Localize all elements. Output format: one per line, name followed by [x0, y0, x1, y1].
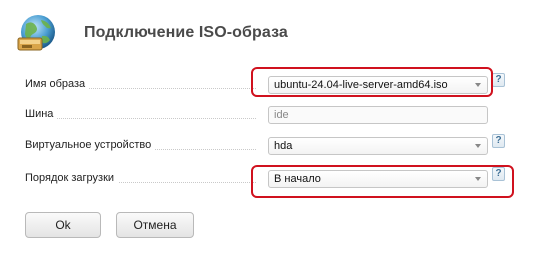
- iso-mount-dialog: Подключение ISO-образа Имя образа ubuntu…: [0, 0, 536, 267]
- image-name-label: Имя образа: [25, 78, 90, 90]
- virtual-device-select[interactable]: hda: [268, 137, 488, 155]
- highlight-image-name: [251, 67, 493, 97]
- virtual-device-value: hda: [274, 140, 293, 152]
- cancel-button[interactable]: Отмена: [116, 212, 194, 238]
- bus-label-text: Шина: [25, 108, 58, 120]
- virtual-device-label-text: Виртуальное устройство: [25, 139, 156, 151]
- image-name-label-text: Имя образа: [25, 78, 90, 90]
- form-row-bus: Шина ide: [0, 104, 536, 128]
- boot-order-label-text: Порядок загрузки: [25, 172, 119, 184]
- boot-order-label: Порядок загрузки: [25, 172, 119, 184]
- help-icon[interactable]: ?: [492, 134, 505, 148]
- form-row-virtual-device: Виртуальное устройство hda ?: [0, 134, 536, 159]
- bus-value: ide: [274, 109, 289, 121]
- chevron-down-icon: [475, 144, 481, 148]
- label-leader: [25, 118, 256, 119]
- virtual-device-label: Виртуальное устройство: [25, 139, 156, 151]
- dialog-title: Подключение ISO-образа: [84, 24, 288, 41]
- highlight-boot-order: [251, 165, 514, 198]
- help-icon[interactable]: ?: [492, 73, 505, 87]
- globe-disk-icon: [8, 12, 62, 56]
- ok-button[interactable]: Ok: [25, 212, 101, 238]
- bus-field: ide: [268, 106, 488, 124]
- bus-label: Шина: [25, 108, 58, 120]
